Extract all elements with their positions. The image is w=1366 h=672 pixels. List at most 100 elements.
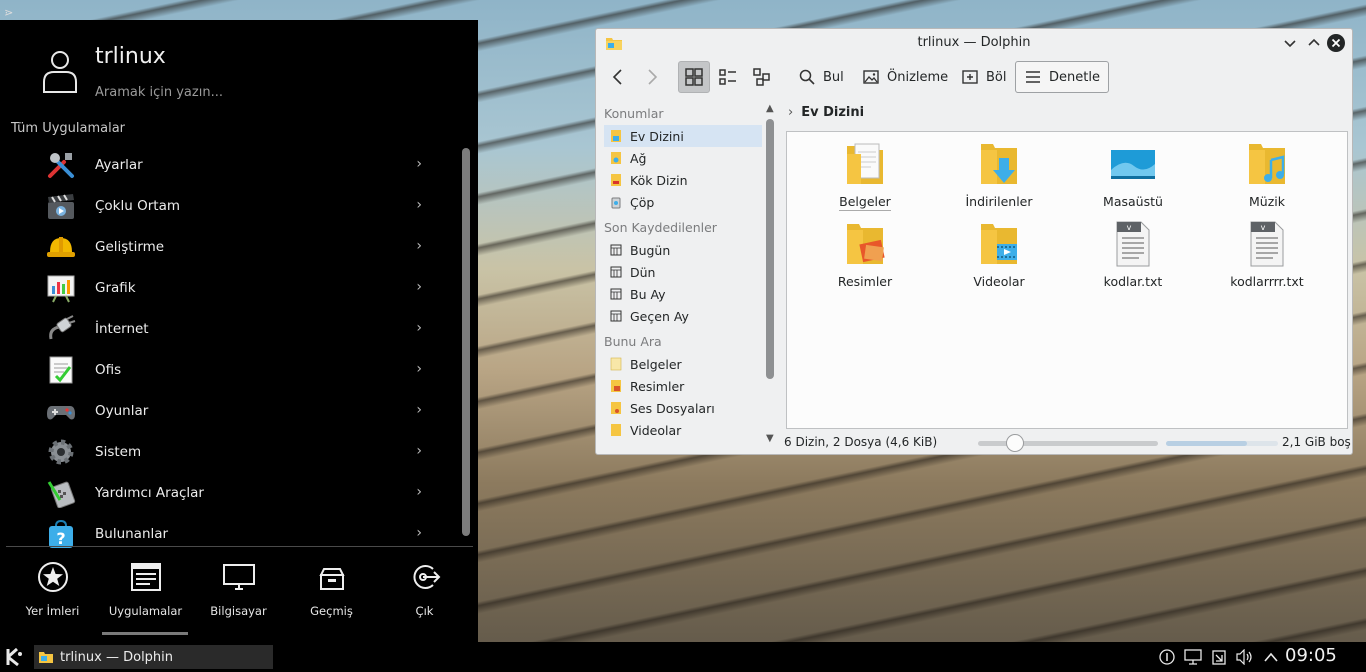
- file-item-muzik[interactable]: Müzik: [1207, 134, 1327, 214]
- file-label: Müzik: [1249, 194, 1285, 209]
- details-view-button[interactable]: [746, 61, 778, 93]
- calendar-icon: [610, 243, 622, 257]
- place-trash[interactable]: Çöp: [604, 191, 762, 213]
- task-dolphin[interactable]: trlinux — Dolphin: [34, 645, 273, 669]
- file-item-kodlarrrr-txt[interactable]: v kodlarrrr.txt: [1207, 214, 1327, 294]
- back-button[interactable]: [602, 61, 634, 93]
- close-button[interactable]: [1326, 33, 1346, 53]
- folder-pictures-icon: [841, 220, 889, 268]
- chevron-right-icon: ›: [416, 484, 422, 500]
- root-folder-icon: [610, 173, 622, 187]
- file-view[interactable]: Belgeler İndirilenler Masaüstü Müzik Res…: [786, 131, 1348, 429]
- places-group-title: Bunu Ara: [604, 334, 662, 349]
- split-label: Böl: [986, 69, 1007, 85]
- forward-button[interactable]: [636, 61, 668, 93]
- document-folder-icon: [610, 357, 622, 371]
- application-list-scrollbar[interactable]: [462, 148, 470, 536]
- tab-applications[interactable]: Uygulamalar: [99, 556, 192, 636]
- icons-view-button[interactable]: [678, 61, 710, 93]
- tab-label: Geçmiş: [310, 604, 353, 618]
- file-item-videolar[interactable]: Videolar: [939, 214, 1059, 294]
- logout-icon: [408, 560, 442, 594]
- kde-launcher-icon[interactable]: [4, 646, 26, 668]
- app-category-ofis[interactable]: Ofis ›: [0, 349, 460, 390]
- app-category-internet[interactable]: İnternet ›: [0, 308, 460, 349]
- app-category-yardimci-araclar[interactable]: Yardımcı Araçlar ›: [0, 472, 460, 513]
- notifications-icon[interactable]: [1158, 648, 1176, 666]
- active-tab-indicator: [102, 632, 188, 635]
- volume-icon[interactable]: [1236, 648, 1254, 666]
- find-button[interactable]: Bul: [798, 61, 844, 93]
- tab-leave[interactable]: Çık: [378, 556, 471, 636]
- file-item-masaustu[interactable]: Masaüstü: [1073, 134, 1193, 214]
- chevron-right-icon: ›: [416, 238, 422, 254]
- split-button[interactable]: Böl: [961, 61, 1006, 93]
- place-label: Bugün: [630, 242, 671, 258]
- clock[interactable]: 09:05: [1285, 645, 1337, 666]
- minimize-button[interactable]: [1280, 33, 1300, 53]
- chevron-up-icon[interactable]: [1262, 648, 1280, 666]
- file-item-resimler[interactable]: Resimler: [805, 214, 925, 294]
- hamburger-menu-icon: [1024, 68, 1042, 86]
- places-scrollbar[interactable]: [766, 119, 774, 379]
- all-applications-title: Tüm Uygulamalar: [11, 121, 126, 136]
- audio-folder-icon: [610, 401, 622, 415]
- image-preview-icon: [862, 68, 880, 86]
- breadcrumb-current[interactable]: Ev Dizini: [801, 105, 864, 120]
- tab-bookmarks[interactable]: Yer İmleri: [6, 556, 99, 636]
- places-scroll-up-icon[interactable]: ▲: [766, 103, 774, 114]
- status-text: 6 Dizin, 2 Dosya (4,6 KiB): [784, 435, 938, 449]
- place-this-month[interactable]: Bu Ay: [604, 283, 762, 305]
- network-monitor-icon[interactable]: [1184, 648, 1202, 666]
- tab-label: Çık: [415, 604, 434, 618]
- preview-label: Önizleme: [887, 69, 949, 85]
- place-network[interactable]: Ağ: [604, 147, 762, 169]
- file-item-kodlar-txt[interactable]: v kodlar.txt: [1073, 214, 1193, 294]
- titlebar[interactable]: trlinux — Dolphin: [596, 29, 1352, 57]
- file-item-belgeler[interactable]: Belgeler: [805, 134, 925, 214]
- app-category-gelistirme[interactable]: Geliştirme ›: [0, 226, 460, 267]
- tab-label: Uygulamalar: [108, 604, 183, 618]
- chevron-right-icon: ›: [788, 105, 794, 120]
- place-label: Ev Dizini: [630, 128, 684, 144]
- breadcrumb[interactable]: › Ev Dizini: [788, 105, 864, 120]
- preview-button[interactable]: Önizleme: [862, 61, 948, 93]
- zoom-slider-handle[interactable]: [1006, 434, 1024, 452]
- trash-icon: [610, 195, 622, 209]
- app-category-sistem[interactable]: Sistem ›: [0, 431, 460, 472]
- place-label: Bu Ay: [630, 286, 666, 302]
- chevron-right-icon: ›: [416, 279, 422, 295]
- app-category-grafik[interactable]: Grafik ›: [0, 267, 460, 308]
- place-search-documents[interactable]: Belgeler: [604, 353, 762, 375]
- tab-label: Bilgisayar: [210, 604, 267, 618]
- place-today[interactable]: Bugün: [604, 239, 762, 261]
- place-search-images[interactable]: Resimler: [604, 375, 762, 397]
- clipboard-icon[interactable]: [1210, 648, 1228, 666]
- place-last-month[interactable]: Geçen Ay: [604, 305, 762, 327]
- file-label: Videolar: [973, 274, 1025, 289]
- file-item-indirilenler[interactable]: İndirilenler: [939, 134, 1059, 214]
- app-category-ayarlar[interactable]: Ayarlar ›: [0, 144, 460, 185]
- tab-history[interactable]: Geçmiş: [285, 556, 378, 636]
- place-root[interactable]: Kök Dizin: [604, 169, 762, 191]
- tools-icon: [46, 150, 76, 180]
- maximize-button[interactable]: [1304, 33, 1324, 53]
- launcher-search-input[interactable]: [95, 82, 425, 102]
- place-yesterday[interactable]: Dün: [604, 261, 762, 283]
- compact-view-button[interactable]: [712, 61, 744, 93]
- clapperboard-icon: [46, 191, 76, 221]
- dolphin-folder-icon: [39, 652, 53, 663]
- chevron-right-icon: ›: [416, 156, 422, 172]
- tab-computer[interactable]: Bilgisayar: [192, 556, 285, 636]
- zoom-slider-track[interactable]: [978, 441, 1158, 446]
- app-category-bulunanlar[interactable]: ? Bulunanlar ›: [0, 513, 460, 549]
- desktop-icon: [1109, 140, 1157, 188]
- place-label: Geçen Ay: [630, 308, 689, 324]
- place-search-audio[interactable]: Ses Dosyaları: [604, 397, 762, 419]
- application-list: Ayarlar › Çoklu Ortam › Geliştirme › Gra…: [0, 144, 460, 549]
- app-category-oyunlar[interactable]: Oyunlar ›: [0, 390, 460, 431]
- place-home[interactable]: Ev Dizini: [604, 125, 762, 147]
- app-category-coklu-ortam[interactable]: Çoklu Ortam ›: [0, 185, 460, 226]
- control-menu-button[interactable]: Denetle: [1015, 61, 1109, 93]
- calendar-icon: [610, 265, 622, 279]
